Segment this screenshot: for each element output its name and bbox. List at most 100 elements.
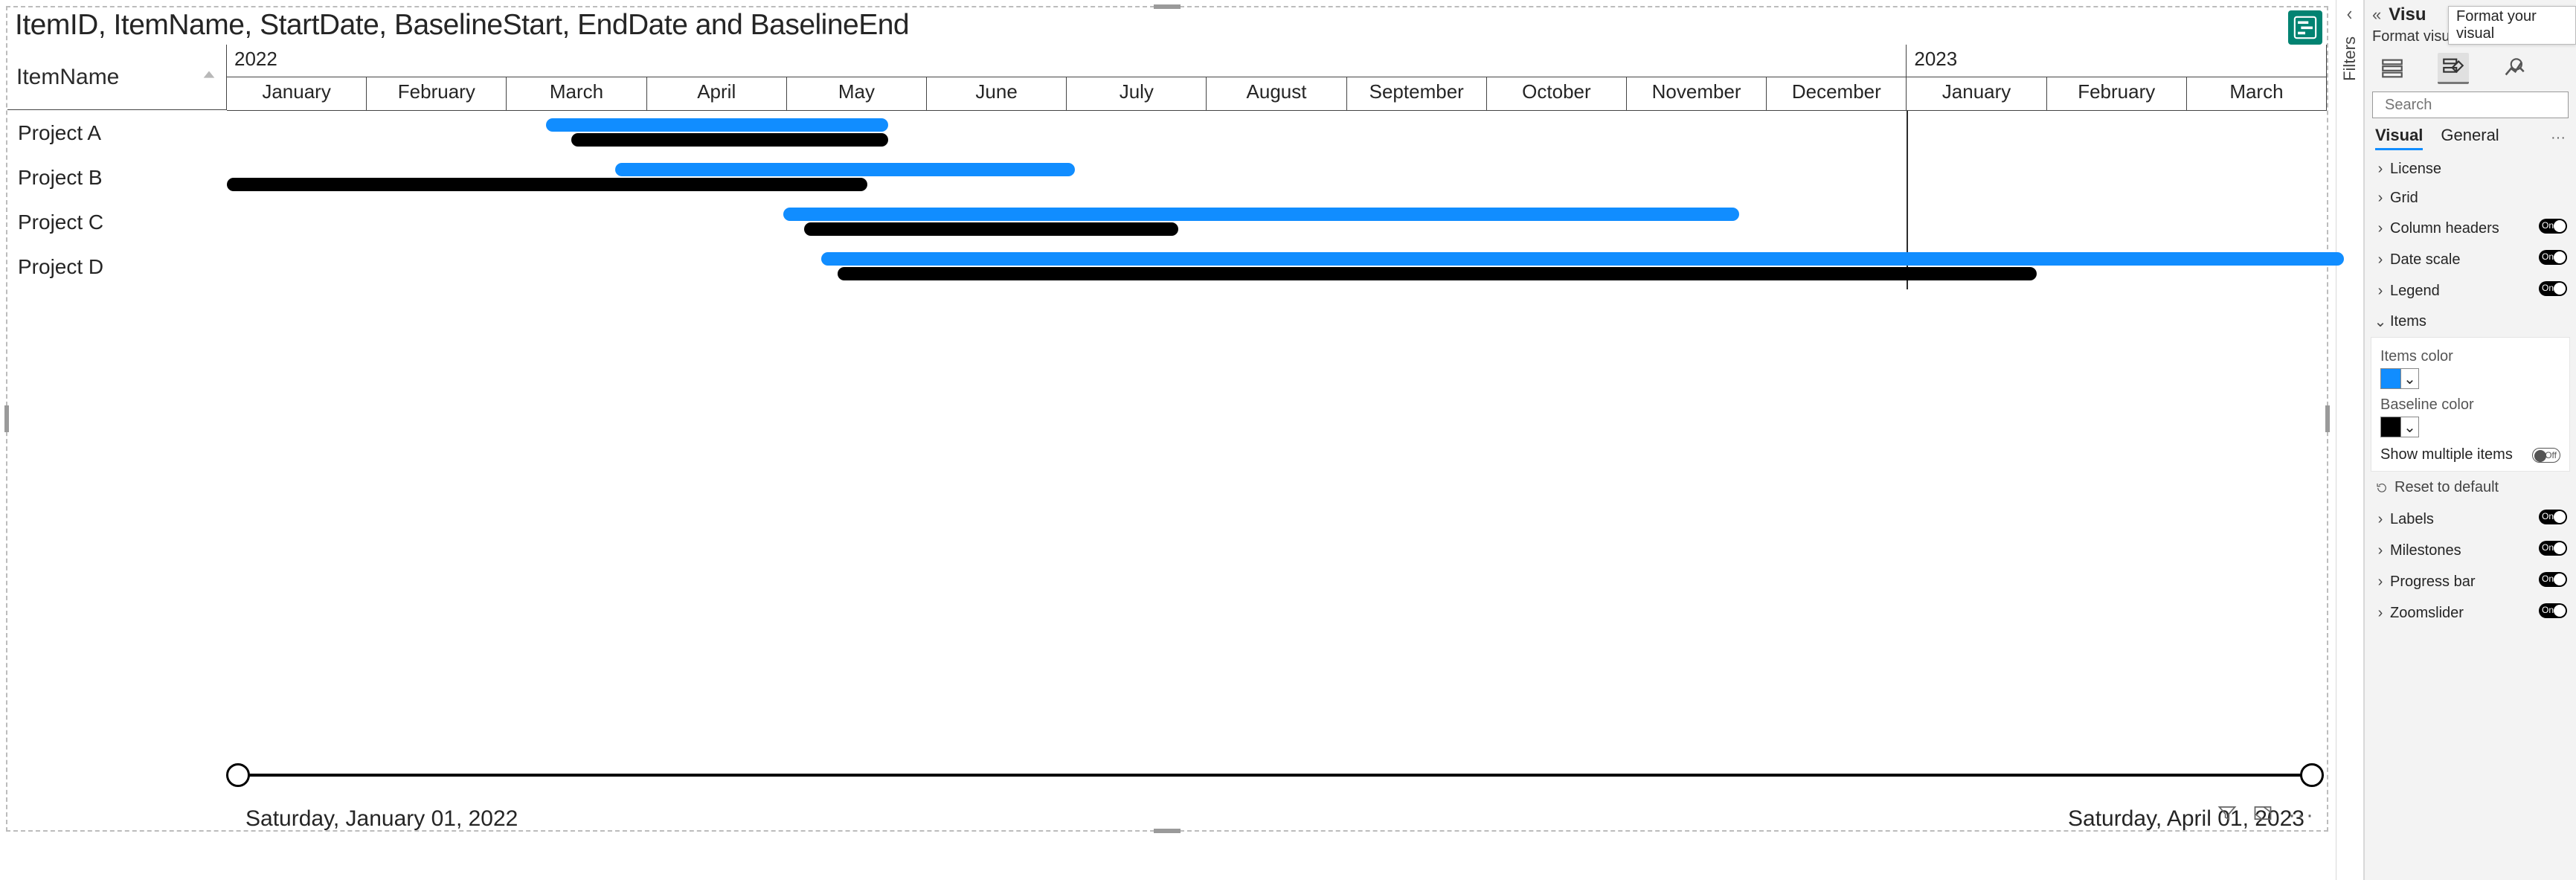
zoom-slider-start-handle[interactable] <box>226 763 250 787</box>
gantt-item-bar[interactable] <box>783 208 1738 221</box>
format-search-input[interactable] <box>2372 91 2569 118</box>
sort-asc-icon <box>201 67 217 87</box>
format-tooltip: Format your visual <box>2448 6 2576 45</box>
pane-title: Visu <box>2389 4 2426 25</box>
format-pane: « Visu » Format your visual Format visua… <box>2364 0 2576 880</box>
format-search-field[interactable] <box>2385 97 2576 114</box>
chevron-right-icon: › <box>2374 161 2387 178</box>
chevron-right-icon: › <box>2374 220 2387 237</box>
month-header-cell: April <box>647 77 787 110</box>
show-multiple-label: Show multiple items <box>2380 446 2513 463</box>
items-color-swatch[interactable] <box>2380 368 2401 389</box>
time-header: 20222023 JanuaryFebruaryMarchAprilMayJun… <box>227 45 2327 111</box>
month-header-cell: September <box>1347 77 1487 110</box>
expand-filters-icon[interactable] <box>2342 7 2357 26</box>
card-grid[interactable]: › Grid <box>2365 184 2576 213</box>
gantt-track-row <box>227 200 2327 245</box>
month-header-cell: May <box>787 77 927 110</box>
chevron-right-icon: › <box>2374 574 2387 591</box>
month-header-cell: January <box>227 77 367 110</box>
toggle-date-scale[interactable]: On <box>2539 250 2567 265</box>
card-column-headers[interactable]: › Column headers On <box>2365 213 2576 244</box>
chevron-right-icon: › <box>2374 283 2387 300</box>
fields-pane-icon[interactable] <box>2377 53 2408 84</box>
gantt-baseline-bar[interactable] <box>838 267 2037 280</box>
gantt-row-label[interactable]: Project D <box>7 245 227 289</box>
filters-pane-label: Filters <box>2340 36 2360 81</box>
filters-pane-collapsed[interactable]: Filters <box>2336 0 2364 880</box>
baseline-color-swatch[interactable] <box>2380 417 2401 437</box>
gantt-baseline-bar[interactable] <box>804 222 1178 236</box>
card-items[interactable]: ⌄ Items <box>2365 306 2576 337</box>
items-color-dropdown[interactable]: ⌄ <box>2401 368 2419 389</box>
card-milestones[interactable]: › Milestones On <box>2365 535 2576 566</box>
tab-general[interactable]: General <box>2441 126 2499 150</box>
resize-handle-left[interactable] <box>4 405 9 432</box>
card-license[interactable]: › License <box>2365 155 2576 184</box>
gantt-item-bar[interactable] <box>546 118 888 132</box>
resize-handle-right[interactable] <box>2325 405 2330 432</box>
analytics-pane-icon[interactable] <box>2499 53 2530 84</box>
gantt-row-label[interactable]: Project B <box>7 155 227 200</box>
row-header-label: ItemName <box>16 65 119 90</box>
toggle-show-multiple[interactable]: Off <box>2532 448 2560 463</box>
gantt-item-bar[interactable] <box>615 163 1075 176</box>
gantt-track-row <box>227 245 2327 289</box>
chevron-right-icon: › <box>2374 511 2387 528</box>
visual-type-badge[interactable] <box>2288 10 2322 45</box>
zoom-slider-end-handle[interactable] <box>2300 763 2324 787</box>
zoom-slider-track[interactable] <box>238 774 2312 777</box>
month-header-cell: March <box>2187 77 2327 110</box>
tabs-more-icon[interactable]: ··· <box>2551 129 2566 147</box>
card-date-scale[interactable]: › Date scale On <box>2365 244 2576 275</box>
resize-handle-top[interactable] <box>1154 4 1181 9</box>
gantt-item-bar[interactable] <box>821 252 2344 266</box>
gantt-visual[interactable]: ItemID, ItemName, StartDate, BaselineSta… <box>6 6 2328 832</box>
chevron-right-icon: › <box>2374 542 2387 559</box>
toggle-labels[interactable]: On <box>2539 510 2567 524</box>
month-header-cell: November <box>1627 77 1767 110</box>
collapse-pane-icon[interactable]: « <box>2372 5 2381 25</box>
card-labels[interactable]: › Labels On <box>2365 504 2576 535</box>
card-zoomslider[interactable]: › Zoomslider On <box>2365 597 2576 629</box>
toggle-zoomslider[interactable]: On <box>2539 603 2567 618</box>
card-progress-bar[interactable]: › Progress bar On <box>2365 566 2576 597</box>
month-header-cell: March <box>507 77 646 110</box>
month-header-cell: December <box>1767 77 1907 110</box>
month-header-cell: January <box>1907 77 2046 110</box>
baseline-color-dropdown[interactable]: ⌄ <box>2401 417 2419 437</box>
gantt-baseline-bar[interactable] <box>227 178 867 191</box>
gantt-badge-icon <box>2293 15 2318 40</box>
gantt-track-row <box>227 111 2327 155</box>
items-color-label: Items color <box>2380 348 2560 365</box>
focus-mode-icon[interactable] <box>2252 803 2273 827</box>
chevron-right-icon: › <box>2374 190 2387 207</box>
gantt-row-label[interactable]: Project A <box>7 111 227 155</box>
year-header-cell: 2023 <box>1907 45 2327 77</box>
month-header-cell: October <box>1487 77 1627 110</box>
month-header-cell: February <box>367 77 507 110</box>
card-legend[interactable]: › Legend On <box>2365 275 2576 306</box>
toggle-milestones[interactable]: On <box>2539 541 2567 556</box>
format-pane-icon[interactable] <box>2438 53 2469 84</box>
more-options-icon[interactable]: ··· <box>2288 811 2315 820</box>
month-header-cell: July <box>1067 77 1207 110</box>
toggle-column-headers[interactable]: On <box>2539 219 2567 234</box>
gantt-track-row <box>227 155 2327 200</box>
chevron-down-icon: ⌄ <box>2374 312 2387 331</box>
chevron-right-icon: › <box>2374 605 2387 622</box>
toggle-legend[interactable]: On <box>2539 281 2567 296</box>
year-header-cell: 2022 <box>227 45 1907 77</box>
zoom-start-date: Saturday, January 01, 2022 <box>245 806 518 832</box>
gantt-baseline-bar[interactable] <box>571 133 888 147</box>
chevron-right-icon: › <box>2374 251 2387 269</box>
reset-to-default[interactable]: Reset to default <box>2365 472 2576 504</box>
tab-visual[interactable]: Visual <box>2375 126 2423 150</box>
gantt-row-label[interactable]: Project C <box>7 200 227 245</box>
reset-icon <box>2375 481 2389 495</box>
visual-title: ItemID, ItemName, StartDate, BaselineSta… <box>7 7 2327 45</box>
row-header-cell[interactable]: ItemName <box>7 45 227 110</box>
filter-icon[interactable] <box>2217 803 2238 827</box>
toggle-progress-bar[interactable]: On <box>2539 572 2567 587</box>
baseline-color-label: Baseline color <box>2380 396 2560 414</box>
